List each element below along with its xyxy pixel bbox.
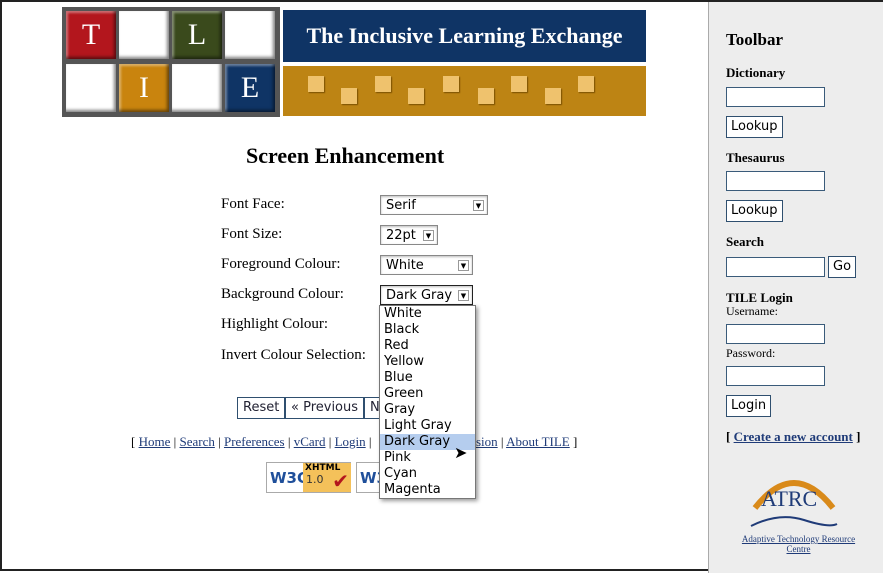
reset-button[interactable]: Reset (237, 397, 286, 419)
footer-nav: [ Home | Search | Preferences | vCard | … (131, 434, 372, 449)
site-banner: The Inclusive Learning Exchange (283, 10, 646, 62)
foreground-value: White (386, 258, 424, 273)
dropdown-option[interactable]: Magenta (380, 482, 475, 498)
dropdown-option[interactable]: Gray (380, 402, 475, 418)
nav-preferences[interactable]: Preferences (224, 434, 285, 449)
background-label: Background Colour: (221, 286, 344, 302)
nav-search[interactable]: Search (179, 434, 214, 449)
nav-home[interactable]: Home (139, 434, 171, 449)
checkmark-icon: ✔ (332, 469, 349, 493)
thesaurus-input[interactable] (726, 171, 825, 191)
highlight-label: Highlight Colour: (221, 316, 329, 332)
page-title: Screen Enhancement (246, 143, 445, 168)
logo-tile (119, 11, 169, 59)
toolbar-sidebar: Toolbar Dictionary Lookup Thesaurus Look… (708, 2, 883, 573)
foreground-label: Foreground Colour: (221, 256, 341, 272)
background-dropdown-list[interactable]: White Black Red Yellow Blue Green Gray Light Gr… (379, 305, 476, 499)
background-select[interactable]: Dark Gray ▼ (380, 285, 473, 305)
nav-partial-link[interactable]: sion (476, 434, 498, 449)
nav-about[interactable]: About TILE (506, 434, 570, 449)
dropdown-option[interactable]: Red (380, 338, 475, 354)
dropdown-option[interactable]: Black (380, 322, 475, 338)
background-value: Dark Gray (386, 288, 453, 303)
login-button[interactable]: Login (726, 395, 772, 417)
logo-tile: T (66, 11, 116, 59)
atrc-logo[interactable]: ATRC (749, 468, 839, 538)
dropdown-option[interactable]: Green (380, 386, 475, 402)
foreground-select[interactable]: White ▼ (380, 255, 473, 275)
logo-tile (172, 64, 222, 112)
logo-tile (66, 64, 116, 112)
create-account: [ Create a new account ] (726, 429, 861, 444)
font-size-select[interactable]: 22pt ▼ (380, 225, 438, 245)
logo-tile (225, 11, 275, 59)
banner-decoration (283, 66, 646, 116)
nav-login[interactable]: Login (335, 434, 366, 449)
font-face-select[interactable]: Serif ▼ (380, 195, 488, 215)
dropdown-option[interactable]: White (380, 306, 475, 322)
atrc-link[interactable]: Adaptive Technology Resource Centre (731, 534, 866, 554)
go-button[interactable]: Go (828, 256, 857, 278)
font-size-value: 22pt (386, 228, 416, 243)
chevron-down-icon: ▼ (423, 230, 434, 241)
thesaurus-label: Thesaurus (726, 150, 785, 165)
tile-logo: T L I E (62, 7, 280, 117)
previous-button[interactable]: « Previous (285, 397, 365, 419)
logo-tile: I (119, 64, 169, 112)
username-input[interactable] (726, 324, 825, 344)
atrc-text: ATRC (761, 486, 818, 511)
chevron-down-icon: ▼ (473, 200, 484, 211)
search-label: Search (726, 234, 765, 249)
password-label: Password: (726, 346, 776, 360)
chevron-down-icon: ▼ (458, 290, 469, 301)
font-face-value: Serif (386, 198, 416, 213)
dictionary-lookup-button[interactable]: Lookup (726, 116, 783, 138)
search-input[interactable] (726, 257, 825, 277)
toolbar-title: Toolbar (726, 30, 784, 49)
dropdown-option[interactable]: Blue (380, 370, 475, 386)
footer-nav-rest: sion | About TILE ] (476, 434, 578, 449)
logo-tile: L (172, 11, 222, 59)
dictionary-label: Dictionary (726, 65, 786, 80)
thesaurus-lookup-button[interactable]: Lookup (726, 200, 783, 222)
font-face-label: Font Face: (221, 196, 285, 212)
password-input[interactable] (726, 366, 825, 386)
nav-vcard[interactable]: vCard (294, 434, 326, 449)
dictionary-input[interactable] (726, 87, 825, 107)
xhtml-badge[interactable]: W3C XHTML 1.0 ✔ (266, 462, 351, 493)
dropdown-option[interactable]: Yellow (380, 354, 475, 370)
mouse-cursor-icon: ➤ (454, 445, 468, 462)
dropdown-option[interactable]: Light Gray (380, 418, 475, 434)
font-size-label: Font Size: (221, 226, 283, 242)
logo-tile: E (225, 64, 275, 112)
chevron-down-icon: ▼ (458, 260, 469, 271)
invert-label: Invert Colour Selection: (221, 347, 366, 363)
username-label: Username: (726, 304, 778, 318)
create-account-link[interactable]: Create a new account (734, 429, 853, 444)
dropdown-option[interactable]: Cyan (380, 466, 475, 482)
